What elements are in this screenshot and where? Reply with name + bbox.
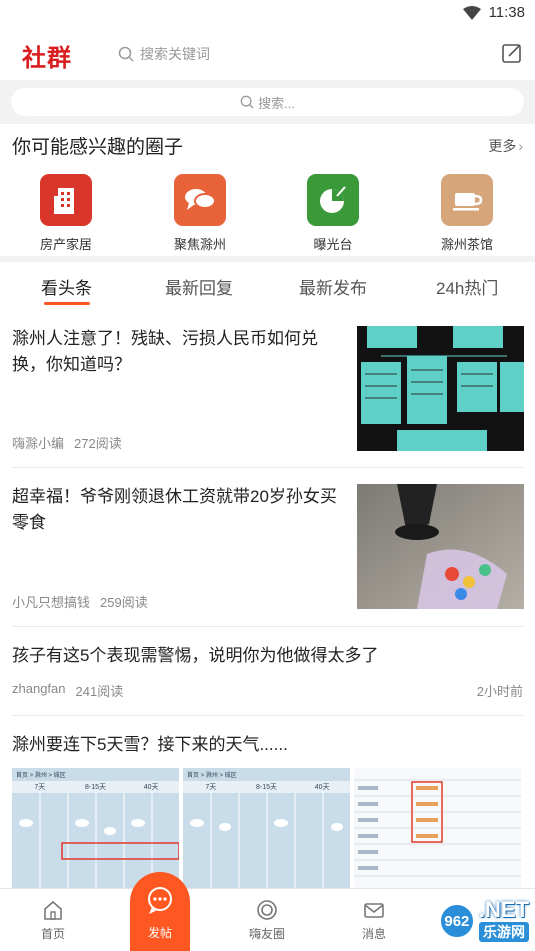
circle-item-teahouse[interactable]: 滁州茶馆 [427, 174, 507, 253]
weather-breadcrumb: 首页 > 滁州 > 城区 [16, 773, 66, 779]
news-meta: 小凡只想搞钱 259阅读 [12, 592, 148, 611]
app-header: 社群 搜索关键词 [0, 28, 535, 80]
news-meta: 嗨滁小编 272阅读 [12, 433, 122, 452]
circles-title: 你可能感兴趣的圈子 [12, 137, 184, 158]
news-title: 超幸福！爷爷刚领退休工资就带20岁孙女买零食 [12, 487, 337, 532]
weather-screenshot: 首页 > 滁州 > 城区 7天 8-15天 40天 [12, 768, 179, 888]
wifi-icon [462, 5, 481, 20]
weather-table-screenshot [354, 768, 521, 888]
nav-circle-label: 嗨友圈 [248, 927, 285, 941]
pie-chart-icon [307, 174, 359, 226]
app-logo: 社群 [22, 44, 72, 72]
news-thumbnail [357, 326, 524, 451]
feed-tabs: 看头条 最新回复 最新发布 24h热门 [0, 262, 535, 312]
header-search-placeholder: 搜索关键词 [140, 46, 210, 62]
header-search[interactable]: 搜索关键词 [118, 44, 210, 64]
tab-24h-hot[interactable]: 24h热门 [436, 274, 498, 299]
post-button[interactable]: 发帖 [130, 872, 190, 951]
news-author: zhangfan [12, 681, 66, 696]
news-reads: 272阅读 [74, 436, 122, 451]
weather-screenshot: 首页 > 滁州 > 城区 7天 8-15天 40天 [183, 768, 350, 888]
watermark: 962 .NET 乐游网 [438, 897, 529, 942]
circle-label: 聚焦滁州 [173, 237, 226, 252]
circle-item-focus-chuzhou[interactable]: 聚焦滁州 [160, 174, 240, 253]
news-time: 2小时前 [476, 684, 523, 699]
tea-cup-icon [441, 174, 493, 226]
chevron-right-icon: › [518, 138, 523, 154]
search-icon [118, 46, 134, 62]
news-feed: 滁州人注意了！残缺、污损人民币如何兑换，你知道吗？ 嗨滁小编 272阅读 超幸福… [0, 312, 535, 888]
more-label: 更多 [488, 138, 517, 154]
recommended-circles: 你可能感兴趣的圈子 更多 › 房产家居 聚焦滁州 曝光台 滁州茶馆 [0, 124, 535, 256]
circle-icon [257, 900, 277, 920]
building-icon [40, 174, 92, 226]
news-item[interactable]: 滁州要连下5天雪？接下来的天气...... 首页 > 滁州 > 城区 7天 8-… [0, 716, 535, 888]
news-title: 滁州要连下5天雪？接下来的天气...... [12, 735, 288, 754]
nav-circle[interactable]: 嗨友圈 [232, 899, 302, 942]
edit-icon [502, 44, 521, 63]
news-author: 小凡只想搞钱 [12, 595, 91, 610]
circle-item-exposure[interactable]: 曝光台 [293, 174, 373, 253]
nav-home[interactable]: 首页 [18, 899, 88, 942]
news-image-row: 首页 > 滁州 > 城区 7天 8-15天 40天 首页 > 滁州 > 城区 7… [12, 768, 523, 888]
news-author: 嗨滁小编 [12, 436, 65, 451]
search-input[interactable]: 搜索... [11, 88, 524, 116]
active-tab-indicator [44, 302, 90, 305]
more-link[interactable]: 更多 › [488, 136, 523, 156]
circle-label: 滁州茶馆 [440, 237, 493, 252]
watermark-badge: 962 [438, 903, 475, 939]
weather-tabs: 7天 8-15天 40天 [12, 781, 179, 793]
nav-messages-label: 消息 [361, 927, 386, 941]
circle-label: 曝光台 [313, 237, 353, 252]
watermark-subtext: 乐游网 [479, 922, 529, 942]
news-item[interactable]: 孩子有这5个表现需警惕，说明你为他做得太多了 zhangfan 241阅读 2小… [0, 627, 535, 714]
news-item[interactable]: 滁州人注意了！残缺、污损人民币如何兑换，你知道吗？ 嗨滁小编 272阅读 [0, 312, 535, 467]
nav-home-label: 首页 [40, 927, 65, 941]
news-reads: 241阅读 [75, 684, 124, 699]
tab-latest-replies[interactable]: 最新回复 [165, 274, 233, 299]
weather-tabs: 7天 8-15天 40天 [183, 781, 350, 793]
news-item[interactable]: 超幸福！爷爷刚领退休工资就带20岁孙女买零食 小凡只想搞钱 259阅读 [0, 468, 535, 625]
news-thumbnail [357, 484, 524, 609]
status-bar: 11:38 [0, 0, 535, 28]
tab-latest-posts[interactable]: 最新发布 [299, 274, 367, 299]
watermark-text: .NET [478, 897, 529, 922]
chat-dots-icon [148, 887, 172, 914]
search-placeholder: 搜索... [258, 95, 295, 111]
news-meta: zhangfan 241阅读 [12, 681, 123, 700]
circle-item-real-estate[interactable]: 房产家居 [26, 174, 106, 253]
news-title: 孩子有这5个表现需警惕，说明你为他做得太多了 [12, 646, 379, 665]
circle-label: 房产家居 [39, 237, 92, 252]
tab-headlines[interactable]: 看头条 [41, 274, 92, 299]
mail-icon [364, 903, 384, 918]
post-button-label: 发帖 [147, 926, 172, 940]
weather-breadcrumb: 首页 > 滁州 > 城区 [187, 773, 237, 779]
compose-button[interactable] [501, 42, 523, 64]
news-title: 滁州人注意了！残缺、污损人民币如何兑换，你知道吗？ [12, 329, 318, 374]
search-area: 搜索... [0, 80, 535, 124]
status-time: 11:38 [488, 4, 525, 21]
search-icon [240, 95, 254, 109]
nav-messages[interactable]: 消息 [339, 899, 409, 942]
chat-bubbles-icon [174, 174, 226, 226]
news-reads: 259阅读 [100, 595, 148, 610]
home-icon [44, 900, 62, 920]
